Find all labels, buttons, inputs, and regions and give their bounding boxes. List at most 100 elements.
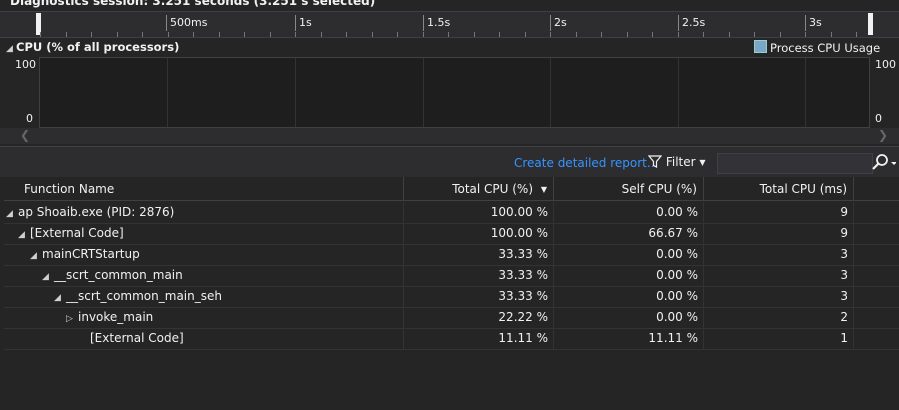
search-icon <box>872 154 897 170</box>
ruler-minor-tick <box>754 32 755 37</box>
search-button[interactable] <box>870 153 897 172</box>
timeline-ruler[interactable]: 500ms 1s 1.5s 2s 2.5s 3s <box>0 11 899 38</box>
sort-descending-icon: ▼ <box>540 185 547 194</box>
ruler-minor-tick <box>193 32 194 37</box>
filter-funnel-icon <box>647 155 663 168</box>
cell-spacer <box>854 265 899 286</box>
ruler-tick: 1.5s <box>423 15 450 31</box>
column-header-function-name[interactable]: Function Name <box>4 177 404 201</box>
cell-spacer <box>854 328 899 349</box>
ruler-minor-tick <box>601 32 602 37</box>
collapse-triangle-icon[interactable]: ◢ <box>6 44 16 54</box>
ruler-minor-tick <box>371 32 373 37</box>
table-row[interactable]: ▷ invoke_main 22.22 % 0.00 % 2 <box>4 307 899 329</box>
cell-spacer <box>854 307 899 328</box>
cell-total-cpu: 100.00 % <box>404 202 554 223</box>
cell-total-cpu-ms: 9 <box>704 202 854 223</box>
ruler-minor-tick <box>244 32 245 37</box>
chart-legend: Process CPU Usage <box>754 40 880 55</box>
table-row[interactable]: ◢ __scrt_common_main_seh 33.33 % 0.00 % 3 <box>4 286 899 308</box>
legend-swatch <box>754 40 767 53</box>
cell-total-cpu-ms: 9 <box>704 223 854 244</box>
ruler-minor-tick <box>677 32 679 37</box>
cell-spacer <box>854 244 899 265</box>
ruler-minor-tick <box>448 32 449 37</box>
ruler-minor-tick <box>167 32 169 37</box>
cell-function-name: ◢ [External Code] <box>4 223 404 244</box>
column-header-total-cpu[interactable]: Total CPU (%) ▼ <box>404 177 554 201</box>
function-name-text: [External Code] <box>90 331 184 345</box>
cell-spacer <box>854 223 899 244</box>
cpu-section-title[interactable]: ◢ CPU (% of all processors) <box>6 40 179 54</box>
cell-function-name: ◢ ap Shoaib.exe (PID: 2876) <box>4 202 404 223</box>
cell-total-cpu-ms: 3 <box>704 286 854 307</box>
cell-self-cpu: 0.00 % <box>554 307 704 328</box>
cell-total-cpu-ms: 2 <box>704 307 854 328</box>
column-header-self-cpu[interactable]: Self CPU (%) <box>554 177 704 201</box>
ruler-minor-tick <box>320 32 322 37</box>
function-name-text: __scrt_common_main_seh <box>66 289 222 303</box>
function-name-text: __scrt_common_main <box>54 268 183 282</box>
cell-total-cpu: 33.33 % <box>404 265 554 286</box>
table-row[interactable]: ◢ ap Shoaib.exe (PID: 2876) 100.00 % 0.00 %… <box>4 202 899 224</box>
ruler-minor-tick <box>728 32 730 37</box>
ruler-minor-tick <box>397 32 398 37</box>
cell-function-name: ◢ mainCRTStartup <box>4 244 404 265</box>
column-header-total-cpu-ms[interactable]: Total CPU (ms) <box>704 177 854 201</box>
ruler-minor-tick <box>779 32 781 37</box>
legend-label: Process CPU Usage <box>770 41 881 55</box>
ruler-minor-tick <box>40 32 41 37</box>
ruler-minor-tick <box>422 32 424 37</box>
expanded-triangle-icon[interactable]: ◢ <box>54 288 66 307</box>
cell-total-cpu-ms: 1 <box>704 328 854 349</box>
ruler-minor-tick <box>473 32 475 37</box>
cell-total-cpu-ms: 3 <box>704 244 854 265</box>
ruler-minor-tick <box>142 32 143 37</box>
column-header-spacer <box>854 177 899 201</box>
search-input[interactable] <box>717 153 873 174</box>
cell-function-name: [External Code] <box>4 328 404 349</box>
cell-total-cpu: 33.33 % <box>404 286 554 307</box>
scroll-left-icon[interactable]: ❮ <box>20 128 30 142</box>
ruler-minor-tick <box>295 32 296 37</box>
ruler-minor-tick <box>856 32 857 37</box>
create-detailed-report-link[interactable]: Create detailed report... <box>514 156 658 170</box>
table-row[interactable]: [External Code] 11.11 % 11.11 % 1 <box>4 328 899 350</box>
cpu-usage-chart[interactable] <box>39 57 870 128</box>
function-table: Function Name Total CPU (%) ▼ Self CPU (… <box>4 177 899 410</box>
cell-total-cpu: 22.22 % <box>404 307 554 328</box>
cell-total-cpu: 11.11 % <box>404 328 554 349</box>
collapsed-triangle-icon[interactable]: ▷ <box>66 309 78 328</box>
cell-total-cpu: 100.00 % <box>404 223 554 244</box>
expanded-triangle-icon[interactable]: ◢ <box>42 267 54 286</box>
cell-total-cpu: 33.33 % <box>404 244 554 265</box>
function-name-text: [External Code] <box>30 226 124 240</box>
y-axis-max-right: 100 <box>875 58 896 71</box>
cell-function-name: ◢ __scrt_common_main <box>4 265 404 286</box>
expanded-triangle-icon[interactable]: ◢ <box>18 225 30 244</box>
scroll-right-icon[interactable]: ❯ <box>878 128 888 142</box>
chart-horizontal-scrollbar[interactable]: ❮ ❯ <box>0 128 899 144</box>
ruler-minor-tick <box>805 32 806 37</box>
ruler-minor-tick <box>524 32 526 37</box>
filter-button[interactable]: Filter ▼ <box>647 155 706 169</box>
function-name-text: invoke_main <box>78 310 154 324</box>
ruler-minor-tick <box>269 32 271 37</box>
ruler-minor-tick <box>652 32 653 37</box>
ruler-minor-tick <box>91 32 92 37</box>
selection-end-handle[interactable] <box>868 13 873 35</box>
expanded-triangle-icon[interactable]: ◢ <box>6 204 18 223</box>
cell-total-cpu-ms: 3 <box>704 265 854 286</box>
table-row[interactable]: ◢ [External Code] 100.00 % 66.67 % 9 <box>4 223 899 245</box>
ruler-minor-tick <box>626 32 628 37</box>
ruler-minor-tick <box>830 32 832 37</box>
filter-label: Filter <box>665 155 696 169</box>
function-name-text: mainCRTStartup <box>42 247 140 261</box>
cell-spacer <box>854 286 899 307</box>
expanded-triangle-icon[interactable]: ◢ <box>30 246 42 265</box>
ruler-minor-tick <box>65 32 67 37</box>
ruler-minor-tick <box>703 32 704 37</box>
table-row[interactable]: ◢ __scrt_common_main 33.33 % 0.00 % 3 <box>4 265 899 287</box>
ruler-minor-tick <box>550 32 551 37</box>
table-row[interactable]: ◢ mainCRTStartup 33.33 % 0.00 % 3 <box>4 244 899 266</box>
